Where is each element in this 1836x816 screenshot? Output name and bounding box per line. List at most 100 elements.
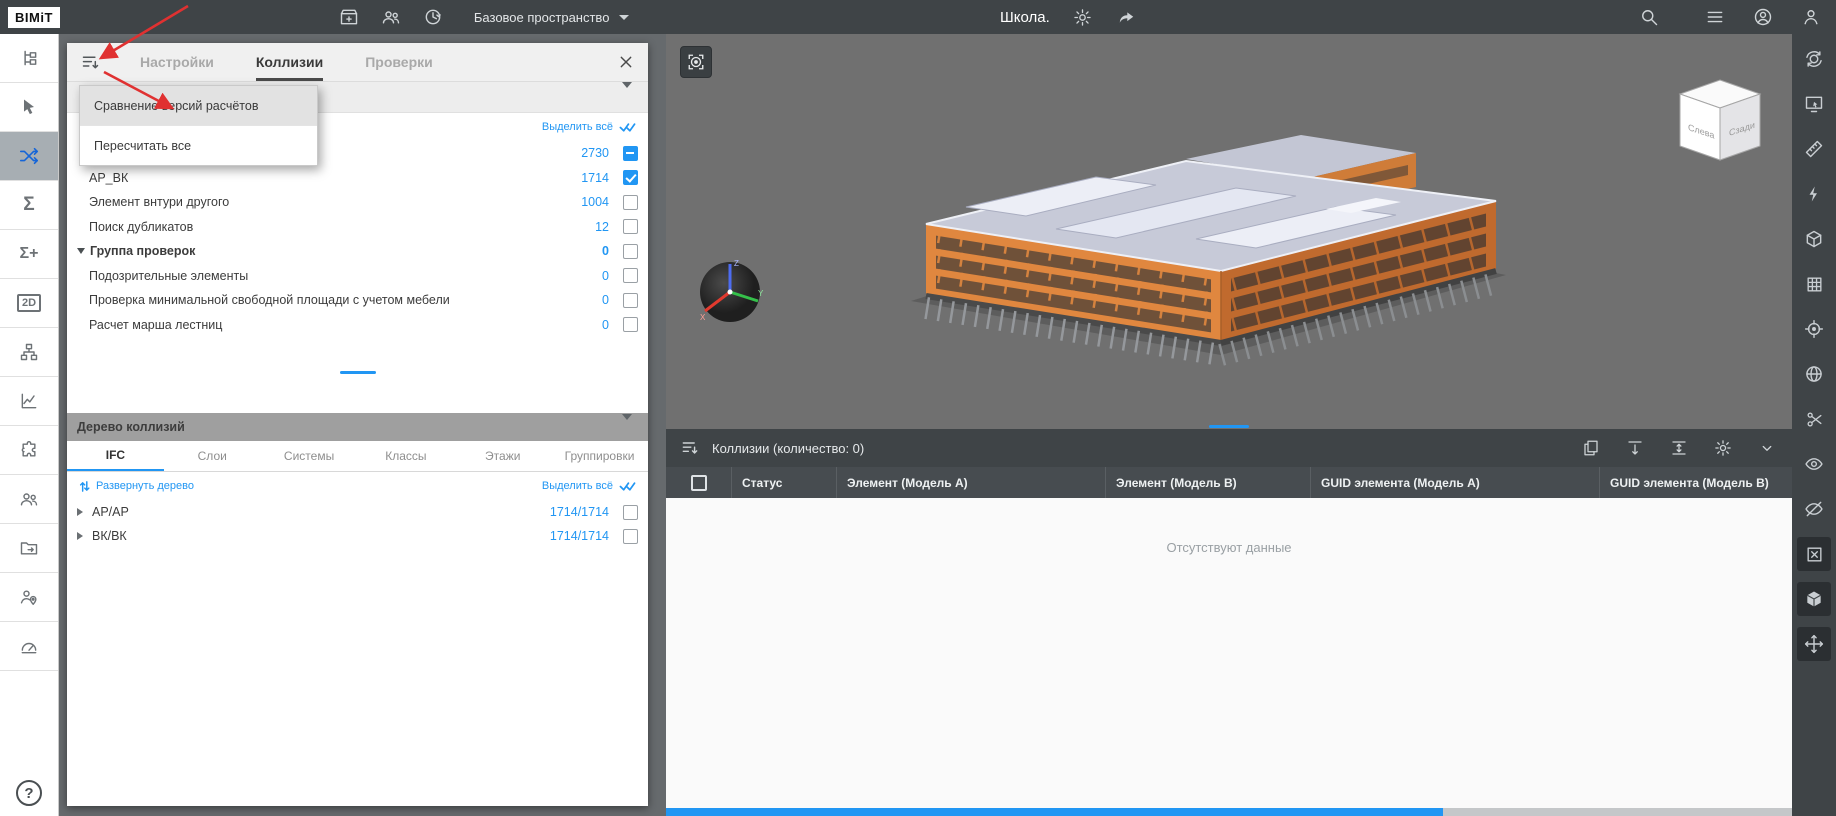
checkbox[interactable] <box>623 244 638 259</box>
gear-icon[interactable] <box>1072 6 1094 28</box>
view-2d-icon[interactable]: 2D <box>0 279 58 328</box>
menu-list-icon[interactable] <box>1704 6 1726 28</box>
checkbox[interactable] <box>623 195 638 210</box>
plugins-icon[interactable] <box>0 426 58 475</box>
viewport-3d[interactable]: Слева Сзади Z Y X Коллизии (количес <box>666 34 1792 816</box>
collisions-tool-icon[interactable] <box>0 132 58 181</box>
search-icon[interactable] <box>1638 6 1660 28</box>
scissors-icon[interactable] <box>1797 402 1831 436</box>
users-icon[interactable] <box>0 475 58 524</box>
checkbox[interactable] <box>623 146 638 161</box>
fit-column-height-icon[interactable] <box>1626 439 1644 457</box>
sum-add-icon[interactable]: Σ+ <box>0 230 58 279</box>
table-menu-icon[interactable] <box>680 438 700 458</box>
chevron-down-icon[interactable] <box>622 420 632 434</box>
table-resize-handle[interactable] <box>1209 425 1249 428</box>
section-plane-icon[interactable] <box>1797 222 1831 256</box>
measure-icon[interactable] <box>1797 132 1831 166</box>
tree-tab-ifc[interactable]: IFC <box>67 441 164 471</box>
double-check-icon[interactable] <box>619 480 636 492</box>
cube-icon[interactable] <box>1797 582 1831 616</box>
tree-row[interactable]: АР/АР 1714/1714 <box>67 500 648 524</box>
copy-icon[interactable] <box>1582 439 1600 457</box>
checkbox[interactable] <box>623 293 638 308</box>
hide-selected-icon[interactable] <box>1797 537 1831 571</box>
tab-collisions[interactable]: Коллизии <box>256 43 323 81</box>
expander-icon[interactable] <box>77 508 83 516</box>
move-gizmo-icon[interactable] <box>1797 627 1831 661</box>
user-icon[interactable] <box>1800 6 1822 28</box>
chevron-down-icon[interactable] <box>622 88 632 106</box>
orbit-icon[interactable] <box>1797 42 1831 76</box>
check-row[interactable]: Расчет марша лестниц 0 <box>67 313 648 338</box>
collapse-panel-icon[interactable] <box>1758 439 1776 457</box>
help-icon[interactable]: ? <box>16 780 42 806</box>
check-group-row[interactable]: Группа проверок 0 <box>67 239 648 264</box>
focus-view-button[interactable] <box>680 46 712 78</box>
tab-settings[interactable]: Настройки <box>140 43 214 81</box>
select-cursor-icon[interactable] <box>0 83 58 132</box>
panel-menu-icon[interactable] <box>80 52 101 73</box>
lightning-icon[interactable] <box>1797 177 1831 211</box>
grid-icon[interactable] <box>1797 267 1831 301</box>
checkbox[interactable] <box>623 219 638 234</box>
fit-row-height-icon[interactable] <box>1670 439 1688 457</box>
check-row[interactable]: АР_ВК 1714 <box>67 166 648 191</box>
tree-row[interactable]: ВК/ВК 1714/1714 <box>67 524 648 548</box>
package-icon[interactable] <box>338 6 360 28</box>
sphere-icon[interactable] <box>1797 357 1831 391</box>
expand-collapse-icon[interactable] <box>79 480 90 493</box>
menu-item-compare-versions[interactable]: Сравнение версий расчётов <box>80 86 317 125</box>
tree-tab-classes[interactable]: Классы <box>357 441 454 471</box>
tree-tab-systems[interactable]: Системы <box>261 441 358 471</box>
section-resize-handle[interactable] <box>340 371 376 374</box>
check-row[interactable]: Элемент внтури другого 1004 <box>67 190 648 215</box>
tree-select-all-link[interactable]: Выделить всё <box>542 480 613 492</box>
share-icon[interactable] <box>1116 6 1138 28</box>
checkbox[interactable] <box>623 317 638 332</box>
tree-tab-groups[interactable]: Группировки <box>551 441 648 471</box>
check-row[interactable]: Подозрительные элементы 0 <box>67 264 648 289</box>
sum-icon[interactable]: Σ <box>0 181 58 230</box>
model-tree-icon[interactable] <box>0 34 58 83</box>
close-icon[interactable] <box>618 54 634 70</box>
select-all-checkbox[interactable] <box>691 475 707 491</box>
column-element-a[interactable]: Элемент (Модель A) <box>837 467 1106 498</box>
table-settings-icon[interactable] <box>1714 439 1732 457</box>
hierarchy-icon[interactable] <box>0 328 58 377</box>
chart-icon[interactable] <box>0 377 58 426</box>
column-element-b[interactable]: Элемент (Модель B) <box>1106 467 1311 498</box>
checkbox[interactable] <box>623 268 638 283</box>
scrollbar-thumb[interactable] <box>666 808 1443 816</box>
eye-off-icon[interactable] <box>1797 492 1831 526</box>
screen-select-icon[interactable] <box>1797 87 1831 121</box>
column-guid-a[interactable]: GUID элемента (Модель A) <box>1311 467 1600 498</box>
workspace-selector[interactable]: Базовое пространство <box>474 10 630 25</box>
export-folder-icon[interactable] <box>0 524 58 573</box>
menu-item-recalculate-all[interactable]: Пересчитать все <box>80 125 317 165</box>
double-check-icon[interactable] <box>619 121 636 133</box>
column-status[interactable]: Статус <box>732 467 837 498</box>
tree-tab-floors[interactable]: Этажи <box>454 441 551 471</box>
history-icon[interactable] <box>422 6 444 28</box>
select-all-link[interactable]: Выделить всё <box>542 121 613 133</box>
collision-tree-header[interactable]: Дерево коллизий <box>67 413 648 441</box>
checkbox[interactable] <box>623 529 638 544</box>
account-circle-icon[interactable] <box>1752 6 1774 28</box>
checkbox[interactable] <box>623 170 638 185</box>
check-row[interactable]: Проверка минимальной свободной площади с… <box>67 288 648 313</box>
expand-tree-link[interactable]: Развернуть дерево <box>96 480 194 492</box>
column-guid-b[interactable]: GUID элемента (Модель B) <box>1600 467 1792 498</box>
expander-icon[interactable] <box>77 248 85 254</box>
user-location-icon[interactable] <box>0 573 58 622</box>
tab-checks[interactable]: Проверки <box>365 43 433 81</box>
target-icon[interactable] <box>1797 312 1831 346</box>
check-row[interactable]: Поиск дубликатов 12 <box>67 215 648 240</box>
eye-icon[interactable] <box>1797 447 1831 481</box>
dashboard-gauge-icon[interactable] <box>0 622 58 671</box>
expander-icon[interactable] <box>77 532 83 540</box>
checkbox[interactable] <box>623 505 638 520</box>
tree-tab-layers[interactable]: Слои <box>164 441 261 471</box>
navigation-cube[interactable]: Слева Сзади <box>1674 74 1766 174</box>
team-icon[interactable] <box>380 6 402 28</box>
